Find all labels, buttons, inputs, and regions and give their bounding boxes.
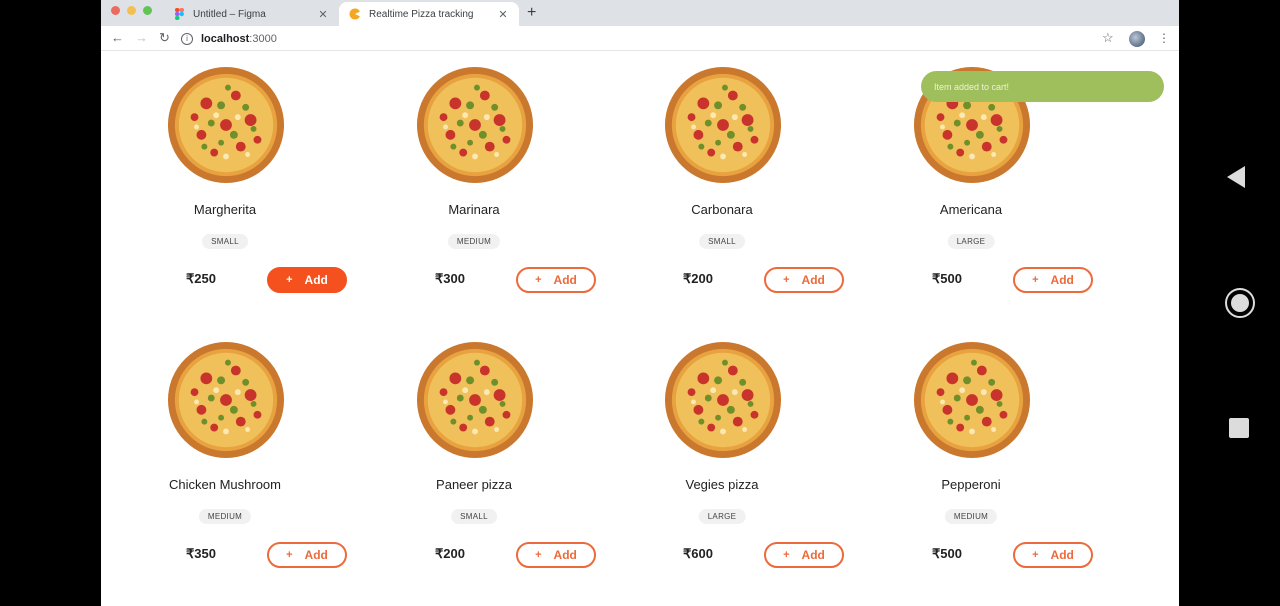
browser-toolbar: ← → ↻ i localhost :3000 ☆ ⋮ xyxy=(101,26,1179,51)
address-host: localhost xyxy=(201,32,250,45)
pizza-card: Carbonara SMALL ₹200 + Add xyxy=(598,52,846,312)
size-badge: SMALL xyxy=(451,509,497,524)
maximize-window-button[interactable] xyxy=(143,6,152,15)
pizza-favicon xyxy=(349,8,361,20)
plus-icon: + xyxy=(783,549,790,561)
add-button-label: Add xyxy=(1050,548,1074,562)
plus-icon: + xyxy=(286,549,293,561)
back-arrow-icon[interactable]: ← xyxy=(111,30,124,46)
pizza-image xyxy=(913,341,1031,459)
profile-avatar[interactable] xyxy=(1129,31,1145,47)
close-tab-icon[interactable]: ✕ xyxy=(497,8,509,21)
home-circle-icon[interactable] xyxy=(1225,288,1255,318)
add-button-label: Add xyxy=(553,548,577,562)
tab-figma[interactable]: Untitled – Figma ✕ xyxy=(163,2,339,26)
close-tab-icon[interactable]: ✕ xyxy=(317,8,329,21)
pizza-name: Margherita xyxy=(193,202,257,217)
forward-arrow-icon[interactable]: → xyxy=(135,30,148,46)
add-button-label: Add xyxy=(553,273,577,287)
recents-square-icon[interactable] xyxy=(1229,418,1249,438)
figma-icon xyxy=(173,8,185,20)
size-badge: SMALL xyxy=(699,234,745,249)
add-to-cart-button[interactable]: + Add xyxy=(516,542,596,568)
price: ₹200 xyxy=(435,546,465,561)
add-to-cart-button[interactable]: + Add xyxy=(516,267,596,293)
pizza-image xyxy=(664,341,782,459)
add-button-label: Add xyxy=(304,548,328,562)
size-badge: MEDIUM xyxy=(944,509,998,524)
pizza-name: Carbonara xyxy=(691,202,753,217)
site-info-icon[interactable]: i xyxy=(181,32,193,45)
pizza-card: Paneer pizza SMALL ₹200 + Add xyxy=(350,327,598,587)
add-to-cart-button[interactable]: + Add xyxy=(764,267,844,293)
tab-pizza-tracking[interactable]: Realtime Pizza tracking ✕ xyxy=(339,2,519,26)
menu-kebab-icon[interactable]: ⋮ xyxy=(1158,30,1170,46)
pizza-card: Margherita SMALL ₹250 + Add xyxy=(101,52,349,312)
pizza-image xyxy=(416,66,534,184)
menu-grid: Margherita SMALL ₹250 + Add Marinara MED… xyxy=(101,52,1179,606)
pizza-name: Vegies pizza xyxy=(685,477,759,492)
add-button-label: Add xyxy=(801,548,825,562)
minimize-window-button[interactable] xyxy=(127,6,136,15)
add-to-cart-button[interactable]: + Add xyxy=(1013,542,1093,568)
add-to-cart-button[interactable]: + Add xyxy=(267,542,347,568)
size-badge: MEDIUM xyxy=(447,234,501,249)
pizza-image xyxy=(167,341,285,459)
pizza-card: Marinara MEDIUM ₹300 + Add xyxy=(350,52,598,312)
device-screen: Untitled – Figma ✕ Realtime Pizza tracki… xyxy=(0,0,1280,606)
price: ₹200 xyxy=(683,271,713,286)
address-port: :3000 xyxy=(249,32,277,45)
price: ₹250 xyxy=(186,271,216,286)
tab-bar: Untitled – Figma ✕ Realtime Pizza tracki… xyxy=(101,0,1179,26)
pizza-card: Pepperoni MEDIUM ₹500 + Add xyxy=(847,327,1095,587)
pizza-image xyxy=(664,66,782,184)
bookmark-star-icon[interactable]: ☆ xyxy=(1102,30,1114,46)
new-tab-button[interactable]: + xyxy=(527,3,536,23)
tab-title: Realtime Pizza tracking xyxy=(369,8,474,20)
add-to-cart-button[interactable]: + Add xyxy=(267,267,347,293)
toast-message: Item added to cart! xyxy=(934,81,1010,92)
add-to-cart-button[interactable]: + Add xyxy=(1013,267,1093,293)
size-badge: SMALL xyxy=(202,234,248,249)
pizza-card: Vegies pizza LARGE ₹600 + Add xyxy=(598,327,846,587)
plus-icon: + xyxy=(535,274,542,286)
pizza-name: Americana xyxy=(939,202,1003,217)
plus-icon: + xyxy=(535,549,542,561)
reload-icon[interactable]: ↻ xyxy=(159,30,170,46)
add-button-label: Add xyxy=(304,273,328,287)
back-triangle-icon[interactable] xyxy=(1227,166,1245,188)
pizza-name: Marinara xyxy=(448,202,500,217)
address-bar[interactable]: i localhost :3000 xyxy=(181,28,1131,49)
pizza-name: Paneer pizza xyxy=(436,477,512,492)
pizza-card: Chicken Mushroom MEDIUM ₹350 + Add xyxy=(101,327,349,587)
size-badge: MEDIUM xyxy=(198,509,252,524)
plus-icon: + xyxy=(1032,549,1039,561)
size-badge: LARGE xyxy=(947,234,995,249)
add-button-label: Add xyxy=(801,273,825,287)
add-button-label: Add xyxy=(1050,273,1074,287)
pizza-name: Chicken Mushroom xyxy=(169,477,281,492)
plus-icon: + xyxy=(286,274,293,286)
add-to-cart-button[interactable]: + Add xyxy=(764,542,844,568)
pizza-image xyxy=(167,66,285,184)
pizza-image xyxy=(416,341,534,459)
android-nav-bar xyxy=(1180,0,1280,606)
price: ₹600 xyxy=(683,546,713,561)
price: ₹500 xyxy=(932,271,962,286)
size-badge: LARGE xyxy=(698,509,746,524)
price: ₹500 xyxy=(932,546,962,561)
close-window-button[interactable] xyxy=(111,6,120,15)
plus-icon: + xyxy=(783,274,790,286)
price: ₹350 xyxy=(186,546,216,561)
plus-icon: + xyxy=(1032,274,1039,286)
tab-title: Untitled – Figma xyxy=(193,8,266,20)
price: ₹300 xyxy=(435,271,465,286)
pizza-name: Pepperoni xyxy=(941,477,1001,492)
toast-notification: Item added to cart! xyxy=(921,71,1164,102)
browser-window: Untitled – Figma ✕ Realtime Pizza tracki… xyxy=(101,0,1179,606)
